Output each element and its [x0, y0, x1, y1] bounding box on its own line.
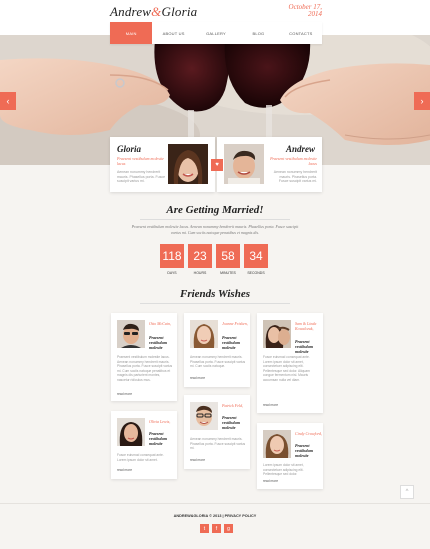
- wishes-divider: [140, 303, 290, 304]
- footer-copyright[interactable]: ANDREW&GLORIA © 2013 | PRIVACY POLICY: [0, 514, 430, 518]
- countdown-minutes-value: 58: [216, 244, 240, 268]
- countdown-seconds: 34 Seconds: [244, 244, 268, 275]
- groom-subtitle: Praesent vestibulum molestie lacus: [270, 156, 317, 166]
- groom-name: Andrew: [285, 144, 315, 154]
- wedding-date: October 17, 2014: [289, 4, 322, 18]
- facebook-icon[interactable]: f: [212, 524, 221, 533]
- wish-author: Otto McCain,: [149, 321, 171, 326]
- wish-read-more-link[interactable]: read more: [190, 376, 205, 380]
- countdown-hours-value: 23: [188, 244, 212, 268]
- main-nav: Main About us Gallery Blog Contacts: [110, 22, 322, 44]
- nav-item-gallery[interactable]: Gallery: [195, 22, 237, 44]
- bride-name: Gloria: [117, 144, 142, 154]
- wish-subtitle: Praesent vestibulum molestie: [295, 443, 314, 458]
- groom-text: Aenean nonummy hendrerit mauris. Phasell…: [273, 170, 317, 183]
- wish-text: Aenean nonummy hendrerit mauris. Phasell…: [190, 355, 246, 368]
- nav-item-about[interactable]: About us: [152, 22, 194, 44]
- chevron-left-icon: ‹: [6, 96, 10, 106]
- logo-ampersand: &: [151, 4, 162, 19]
- wish-text: Fusce euismod consequat ante. Lorem ipsu…: [263, 355, 310, 382]
- nav-item-blog[interactable]: Blog: [237, 22, 279, 44]
- wish-subtitle: Praesent vestibulum molestie: [222, 335, 241, 350]
- wish-text: Lorem ipsum dolor sit amet, consectetuer…: [263, 463, 304, 476]
- countdown-days-label: Days: [167, 271, 177, 275]
- countdown-days: 118 Days: [160, 244, 184, 275]
- wish-read-more-link[interactable]: read more: [117, 468, 132, 472]
- slider-next-button[interactable]: ›: [414, 92, 430, 110]
- countdown-timer: 118 Days 23 Hours 58 Minutes 34 Seconds: [160, 244, 268, 275]
- chevron-up-icon: ^: [405, 489, 409, 495]
- wish-card: Patrick Feld, Praesent vestibulum molest…: [184, 395, 250, 469]
- wish-card: Cindy Crawford, Praesent vestibulum mole…: [257, 423, 323, 489]
- wish-text: Aenean nonummy hendrerit mauris. Phasell…: [190, 437, 246, 450]
- bride-photo: [168, 144, 208, 184]
- wish-subtitle: Praesent vestibulum molestie: [222, 415, 241, 430]
- wish-read-more-link[interactable]: read more: [117, 392, 132, 396]
- wish-author: Cindy Crawford,: [295, 431, 322, 436]
- countdown-minutes-label: Minutes: [220, 271, 236, 275]
- wish-subtitle: Praesent vestibulum molestie: [149, 431, 168, 446]
- bride-subtitle: Praesent vestibulum molestie lacus: [117, 156, 164, 166]
- wish-card: Sam & Linda Kowalczuk, Praesent vestibul…: [257, 313, 323, 413]
- countdown-seconds-label: Seconds: [247, 271, 265, 275]
- site-logo[interactable]: Andrew&Gloria: [110, 4, 197, 20]
- married-divider: [140, 219, 290, 220]
- hero-slider: [0, 35, 430, 165]
- wish-read-more-link[interactable]: read more: [263, 479, 278, 483]
- groom-photo: [224, 144, 264, 184]
- back-to-top-button[interactable]: ^: [400, 485, 414, 499]
- nav-item-contacts[interactable]: Contacts: [280, 22, 322, 44]
- twitter-icon[interactable]: t: [200, 524, 209, 533]
- wish-subtitle: Praesent vestibulum molestie: [149, 335, 168, 350]
- wish-avatar: [117, 320, 145, 348]
- wish-read-more-link[interactable]: read more: [190, 458, 205, 462]
- groom-card: Andrew Praesent vestibulum molestie lacu…: [217, 137, 322, 192]
- google-plus-icon[interactable]: g: [224, 524, 233, 533]
- footer-divider: [0, 503, 430, 504]
- social-links: t f g: [200, 524, 233, 533]
- wish-text: Fusce euismod consequat ante. Lorem ipsu…: [117, 453, 164, 462]
- bride-card: Gloria Praesent vestibulum molestie lacu…: [110, 137, 215, 192]
- countdown-hours-label: Hours: [193, 271, 207, 275]
- wish-card: Olivia Lewis, Praesent vestibulum molest…: [111, 411, 177, 479]
- bride-text: Aenean nonummy hendrerit mauris. Phasell…: [117, 170, 166, 183]
- countdown-hours: 23 Hours: [188, 244, 212, 275]
- wish-avatar: [263, 430, 291, 458]
- married-text: Praesent vestibulum molestie lacus. Aene…: [131, 224, 299, 235]
- wish-card: Joanne Frisken, Praesent vestibulum mole…: [184, 313, 250, 387]
- wish-author: Patrick Feld,: [222, 403, 244, 408]
- wish-avatar: [190, 402, 218, 430]
- wish-read-more-link[interactable]: read more: [263, 403, 278, 407]
- wishes-title: Friends Wishes: [180, 288, 250, 300]
- wish-avatar: [190, 320, 218, 348]
- wish-author: Olivia Lewis,: [149, 419, 171, 424]
- chevron-right-icon: ›: [420, 96, 424, 106]
- nav-item-main[interactable]: Main: [110, 22, 153, 44]
- hero-image: [0, 35, 430, 165]
- wish-card: Otto McCain, Praesent vestibulum molesti…: [111, 313, 177, 401]
- slider-prev-button[interactable]: ‹: [0, 92, 16, 110]
- wish-author: Sam & Linda Kowalczuk,: [295, 321, 317, 331]
- wish-subtitle: Praesent vestibulum molestie: [295, 339, 314, 354]
- wish-author: Joanne Frisken,: [222, 321, 248, 326]
- wedding-date-line2: 2014: [308, 10, 322, 18]
- wish-avatar: [263, 320, 291, 348]
- married-title: Are Getting Married!: [166, 204, 264, 216]
- wish-text: Praesent vestibulum molestie lacus. Aene…: [117, 355, 173, 382]
- countdown-seconds-value: 34: [244, 244, 268, 268]
- countdown-minutes: 58 Minutes: [216, 244, 240, 275]
- countdown-days-value: 118: [160, 244, 184, 268]
- logo-first-name: Andrew: [110, 4, 152, 19]
- wish-avatar: [117, 418, 145, 446]
- heart-icon: ♥: [211, 159, 223, 171]
- logo-second-name: Gloria: [161, 4, 198, 19]
